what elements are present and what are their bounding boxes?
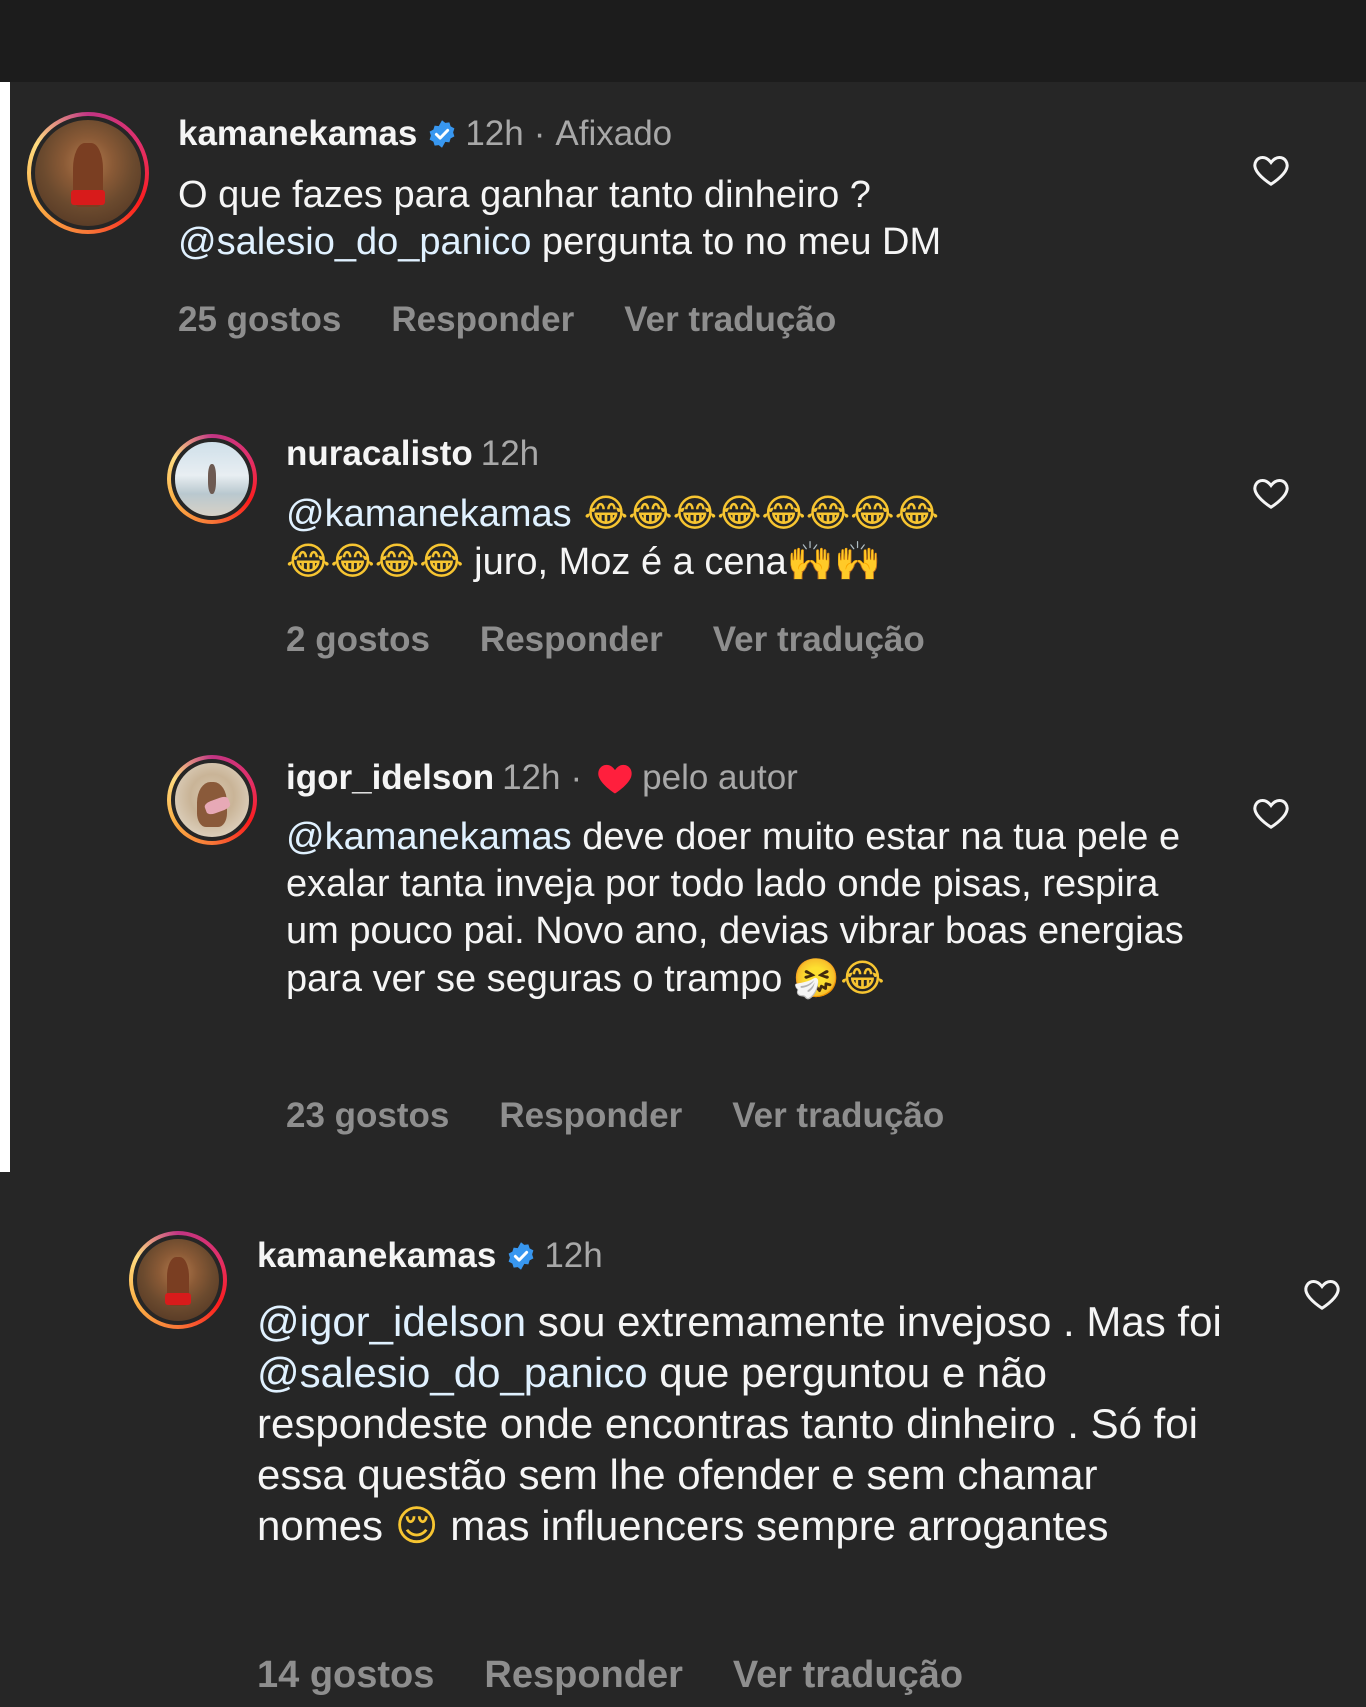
timestamp: 12h [480,434,540,473]
liked-by-author-label: pelo autor [642,758,798,797]
comment-actions: 23 gostos Responder Ver tradução [286,1096,994,1136]
heart-filled-icon [598,764,632,794]
avatar[interactable] [27,112,149,234]
comment-header: kamanekamas 12h [257,1236,603,1276]
comment-text: @igor_idelson sou extremamente invejoso … [257,1298,1222,1550]
comment-actions: 2 gostos Responder Ver tradução [286,620,975,660]
emoji: 🙌🙌 [786,539,882,583]
timestamp: 12h [544,1236,603,1275]
comments-screen: kamanekamas 12h · Afixado O que fazes para … [0,0,1366,1707]
comment-actions: 25 gostos Responder Ver tradução [178,300,886,340]
reply-button[interactable]: Responder [480,620,663,659]
likes-count[interactable]: 23 gostos [286,1096,449,1135]
translate-button[interactable]: Ver tradução [733,1654,963,1696]
emoji: 😂😂😂😂😂😂😂😂 [571,491,939,535]
comment-header: igor_idelson 12h · pelo autor [286,758,798,797]
heart-outline-icon[interactable] [1251,793,1291,833]
emoji: 😂😂😂😂 [286,539,464,583]
avatar[interactable] [167,434,257,524]
username[interactable]: kamanekamas [178,114,417,153]
emoji: 🤧😂 [792,956,885,1000]
translate-button[interactable]: Ver tradução [732,1096,944,1135]
verified-badge-icon [429,120,455,148]
emoji: 😌 [394,1501,439,1550]
heart-outline-icon[interactable] [1251,150,1291,190]
comment-header: nuracalisto 12h [286,434,539,474]
avatar[interactable] [167,755,257,845]
verified-badge-icon [508,1242,534,1270]
avatar[interactable] [129,1231,227,1329]
translate-button[interactable]: Ver tradução [713,620,925,659]
timestamp: 12h [465,114,524,153]
reply-button[interactable]: Responder [484,1654,682,1696]
mention-link[interactable]: @salesio_do_panico [257,1349,648,1396]
username[interactable]: igor_idelson [286,758,494,797]
username[interactable]: kamanekamas [257,1236,496,1275]
likes-count[interactable]: 25 gostos [178,300,341,339]
top-bar [0,0,1366,82]
mention-link[interactable]: @salesio_do_panico [178,221,531,263]
timestamp: 12h [502,758,561,797]
heart-outline-icon[interactable] [1251,473,1291,513]
comment-actions: 14 gostos Responder Ver tradução [257,1655,1013,1695]
username[interactable]: nuracalisto [286,434,473,473]
thread-indicator [0,82,10,1172]
comment-text: @kamanekamas 😂😂😂😂😂😂😂😂 😂😂😂😂 juro, Moz é a… [286,491,939,583]
reply-button[interactable]: Responder [391,300,574,339]
translate-button[interactable]: Ver tradução [624,300,836,339]
pinned-label: Afixado [555,114,673,153]
mention-link[interactable]: @kamanekamas [286,816,572,858]
mention-link[interactable]: @kamanekamas [286,493,572,535]
reply-button[interactable]: Responder [499,1096,682,1135]
mention-link[interactable]: @igor_idelson [257,1298,526,1345]
comment-text: @kamanekamas deve doer muito estar na tu… [286,816,1184,1000]
comment-text: O que fazes para ganhar tanto dinheiro ?… [178,174,942,263]
comment-header: kamanekamas 12h · Afixado [178,114,673,153]
likes-count[interactable]: 2 gostos [286,620,430,659]
heart-outline-icon[interactable] [1302,1274,1342,1314]
likes-count[interactable]: 14 gostos [257,1654,434,1696]
